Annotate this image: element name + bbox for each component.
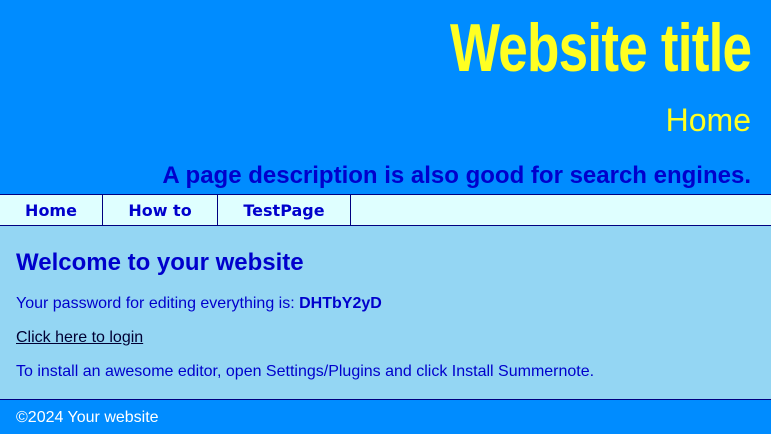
login-link[interactable]: Click here to login: [16, 329, 143, 346]
nav-item-how-to[interactable]: How to: [103, 195, 218, 225]
password-label: Your password for editing everything is:: [16, 295, 300, 312]
install-instructions: To install an awesome editor, open Setti…: [16, 363, 595, 380]
password-paragraph: Your password for editing everything is:…: [16, 294, 382, 314]
main-content: Welcome to your website Your password fo…: [0, 226, 771, 399]
welcome-heading: Welcome to your website: [16, 249, 304, 276]
nav-item-home[interactable]: Home: [0, 195, 103, 225]
page-name: Home: [665, 102, 751, 138]
footer-copyright: ©2024 Your website: [16, 409, 159, 426]
password-value: DHTbY2yD: [299, 295, 382, 312]
nav-item-testpage[interactable]: TestPage: [218, 195, 351, 225]
login-paragraph: Click here to login: [16, 328, 143, 348]
site-title[interactable]: Website title: [450, 8, 752, 88]
page-description: A page description is also good for sear…: [162, 162, 751, 189]
site-footer: ©2024 Your website: [0, 399, 771, 434]
site-header: Website title Home A page description is…: [0, 0, 771, 194]
main-nav: Home How to TestPage: [0, 194, 771, 226]
